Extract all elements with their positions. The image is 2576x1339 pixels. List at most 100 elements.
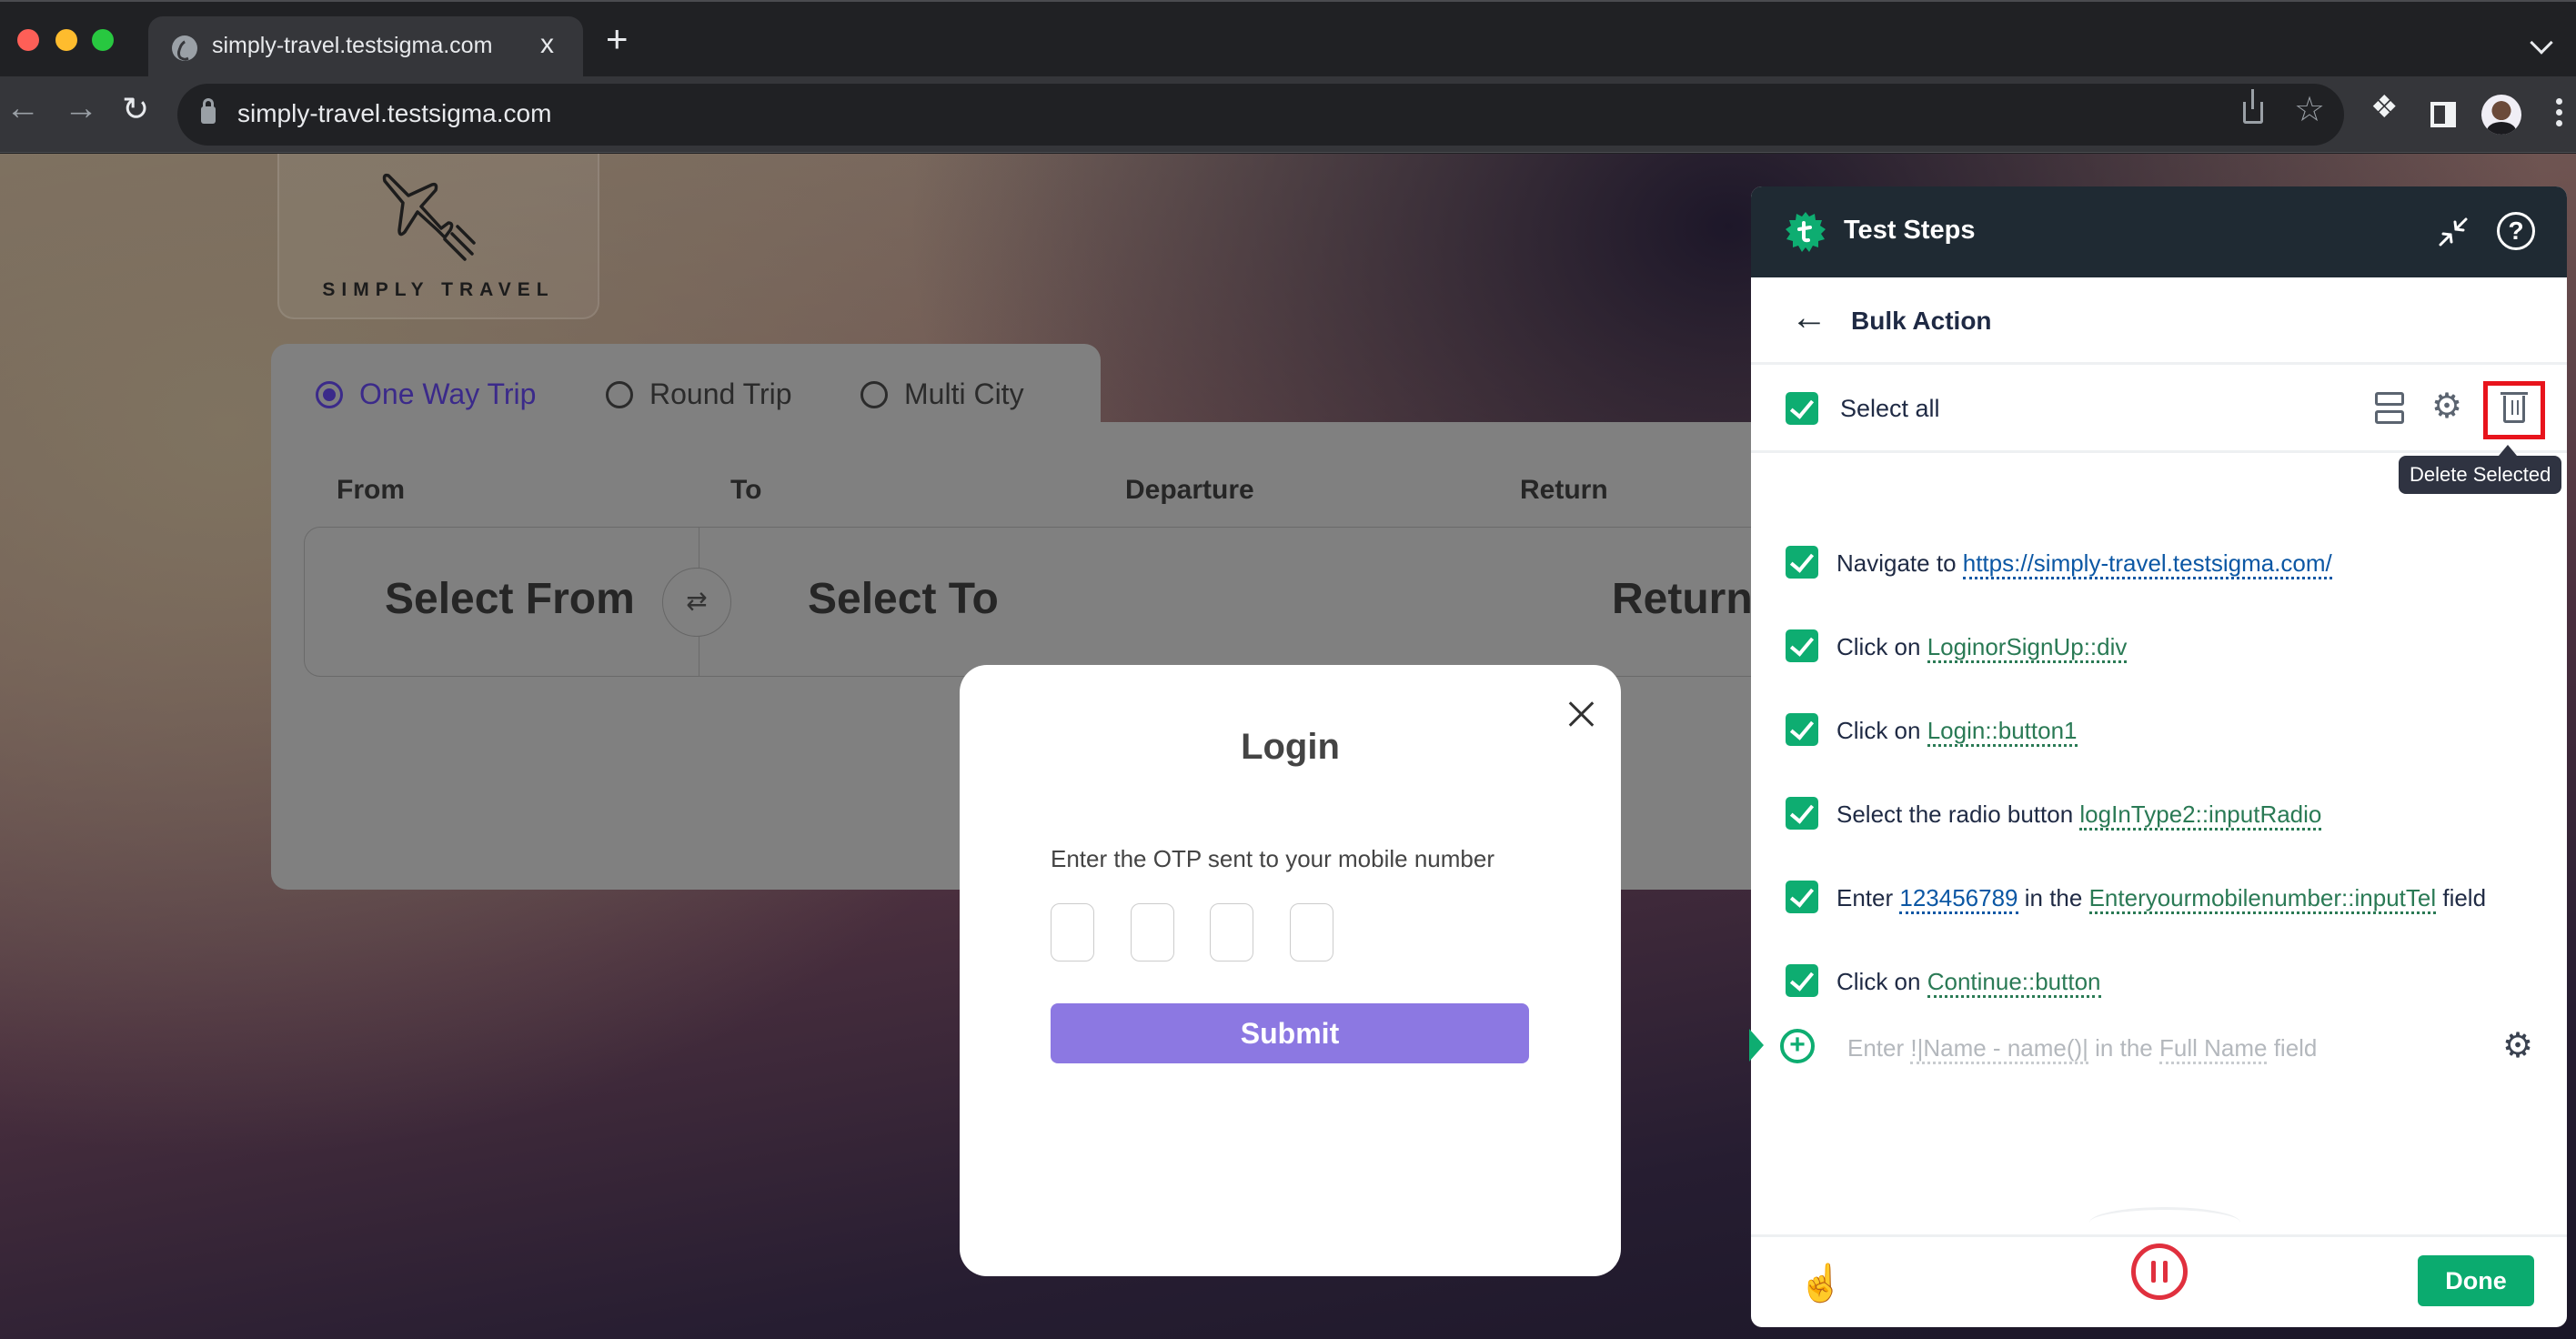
trash-icon	[2501, 392, 2528, 423]
new-step-placeholder[interactable]: Enter !|Name - name()| in the Full Name …	[1847, 1034, 2317, 1064]
otp-input-3[interactable]	[1210, 903, 1253, 961]
delete-selected-tooltip: Delete Selected	[2399, 445, 2562, 494]
from-select[interactable]: Select From	[385, 574, 635, 624]
radio-one-way-trip[interactable]: One Way Trip	[316, 378, 536, 411]
back-arrow-icon[interactable]: ←	[5, 91, 40, 126]
extensions-puzzle-icon[interactable]: ❖	[2370, 89, 2398, 126]
share-icon[interactable]	[2243, 89, 2263, 124]
side-panel-icon[interactable]	[2430, 102, 2456, 127]
window-minimize-button[interactable]	[55, 29, 77, 51]
bookmark-star-icon[interactable]: ☆	[2294, 89, 2325, 130]
select-all-row: Select all ⚙	[1751, 365, 2567, 453]
step-element-token[interactable]: logInType2::inputRadio	[2079, 800, 2322, 831]
modal-title: Login	[1241, 727, 1340, 767]
new-tab-button[interactable]: +	[606, 20, 629, 58]
panel-header: Test Steps ?	[1751, 186, 2567, 277]
step-settings-gear-icon[interactable]: ⚙	[2502, 1029, 2533, 1063]
footer-divider	[1751, 1234, 2567, 1237]
from-label: From	[337, 475, 405, 505]
step-text: Select the radio button logInType2::inpu…	[1836, 800, 2322, 831]
forward-arrow-icon[interactable]: →	[64, 91, 98, 126]
step-checkbox[interactable]	[1786, 713, 1818, 746]
lock-icon[interactable]	[201, 98, 216, 124]
step-checkbox[interactable]	[1786, 964, 1818, 997]
swap-icon[interactable]: ⇄	[662, 568, 731, 637]
minimize-icon[interactable]	[2435, 214, 2471, 250]
radio-label: Round Trip	[649, 378, 792, 410]
select-all-label[interactable]: Select all	[1840, 395, 1940, 423]
radio-label: One Way Trip	[359, 378, 537, 410]
departure-label: Departure	[1125, 475, 1254, 505]
radio-icon[interactable]	[860, 380, 888, 408]
radio-label: Multi City	[904, 378, 1024, 410]
step-text: Navigate to https://simply-travel.testsi…	[1836, 549, 2332, 579]
gear-icon[interactable]: ⚙	[2431, 389, 2462, 424]
otp-input-4[interactable]	[1290, 903, 1333, 961]
test-step[interactable]: Select the radio button logInType2::inpu…	[1751, 786, 2567, 841]
step-element-token[interactable]: Login::button1	[1927, 717, 2078, 747]
bulk-action-bar: ← Bulk Action	[1751, 277, 2567, 365]
step-value-token[interactable]: 123456789	[1899, 884, 2018, 914]
bulk-action-title: Bulk Action	[1851, 307, 1992, 335]
site-logo[interactable]: SIMPLY TRAVEL	[277, 154, 599, 319]
group-steps-icon[interactable]	[2375, 392, 2404, 425]
step-checkbox[interactable]	[1786, 881, 1818, 913]
step-url-token[interactable]: https://simply-travel.testsigma.com/	[1962, 549, 2332, 579]
otp-input-2[interactable]	[1131, 903, 1174, 961]
step-checkbox[interactable]	[1786, 546, 1818, 579]
test-step[interactable]: Enter 123456789 in the Enteryourmobilenu…	[1751, 870, 2567, 924]
element-picker-pointer-icon[interactable]: ☝	[1798, 1262, 1844, 1304]
step-text: Click on Continue::button	[1836, 968, 2101, 998]
login-modal: Login Enter the OTP sent to your mobile …	[960, 665, 1621, 1276]
chevron-down-icon[interactable]	[2530, 31, 2553, 55]
close-icon[interactable]	[1567, 700, 1596, 729]
submit-button[interactable]: Submit	[1051, 1003, 1529, 1063]
add-step-icon[interactable]: +	[1780, 1029, 1815, 1063]
tab-close-icon[interactable]: x	[540, 29, 554, 60]
step-checkbox[interactable]	[1786, 797, 1818, 830]
step-element-token[interactable]: Continue::button	[1927, 968, 2101, 998]
test-step[interactable]: Navigate to https://simply-travel.testsi…	[1751, 535, 2567, 589]
step-text: Click on Login::button1	[1836, 717, 2078, 747]
delete-selected-button[interactable]	[2483, 381, 2545, 439]
window-maximize-button[interactable]	[92, 29, 114, 51]
brand-name: SIMPLY TRAVEL	[322, 279, 555, 300]
step-text: Enter 123456789 in the Enteryourmobilenu…	[1836, 884, 2486, 914]
more-menu-icon[interactable]	[2556, 98, 2563, 131]
radio-icon[interactable]	[606, 380, 633, 408]
return-label: Return	[1520, 475, 1608, 505]
pause-recording-button[interactable]	[2131, 1243, 2188, 1300]
return-select[interactable]: Return	[1612, 574, 1753, 624]
address-bar[interactable]: simply-travel.testsigma.com ☆	[177, 84, 2344, 146]
browser-tab[interactable]: simply-travel.testsigma.com x	[148, 16, 583, 80]
to-label: To	[730, 475, 762, 505]
new-step-input[interactable]: + Enter !|Name - name()| in the Full Nam…	[1749, 1020, 2567, 1074]
to-select[interactable]: Select To	[808, 574, 999, 624]
done-button[interactable]: Done	[2418, 1255, 2534, 1306]
radio-selected-icon[interactable]	[316, 380, 343, 408]
testsigma-logo-icon	[1786, 212, 1826, 252]
radio-multi-city[interactable]: Multi City	[860, 378, 1024, 411]
select-all-checkbox[interactable]	[1786, 392, 1818, 425]
help-icon[interactable]: ?	[2497, 212, 2535, 250]
current-step-marker	[1749, 1029, 1764, 1062]
profile-avatar[interactable]	[2481, 95, 2521, 135]
step-element-token[interactable]: LoginorSignUp::div	[1927, 633, 2128, 663]
radio-round-trip[interactable]: Round Trip	[606, 378, 792, 411]
footer-divider-bump	[2089, 1207, 2240, 1238]
back-arrow-icon[interactable]: ←	[1791, 297, 1827, 338]
test-step[interactable]: Click on Continue::button	[1751, 953, 2567, 1008]
otp-prompt: Enter the OTP sent to your mobile number	[1051, 845, 1494, 872]
airplane-icon	[382, 173, 476, 261]
otp-input-1[interactable]	[1051, 903, 1094, 961]
url-text[interactable]: simply-travel.testsigma.com	[237, 99, 551, 128]
test-step[interactable]: Click on Login::button1	[1751, 702, 2567, 757]
step-element-token[interactable]: Enteryourmobilenumber::inputTel	[2088, 884, 2437, 914]
panel-title: Test Steps	[1844, 216, 1976, 245]
window-close-button[interactable]	[17, 29, 39, 51]
step-checkbox[interactable]	[1786, 629, 1818, 662]
browser-tab-bar: simply-travel.testsigma.com x +	[0, 0, 2576, 80]
test-step[interactable]: Click on LoginorSignUp::div	[1751, 619, 2567, 673]
reload-icon[interactable]: ↻	[122, 93, 149, 126]
browser-toolbar: ← → ↻ simply-travel.testsigma.com ☆ ❖	[0, 76, 2576, 153]
